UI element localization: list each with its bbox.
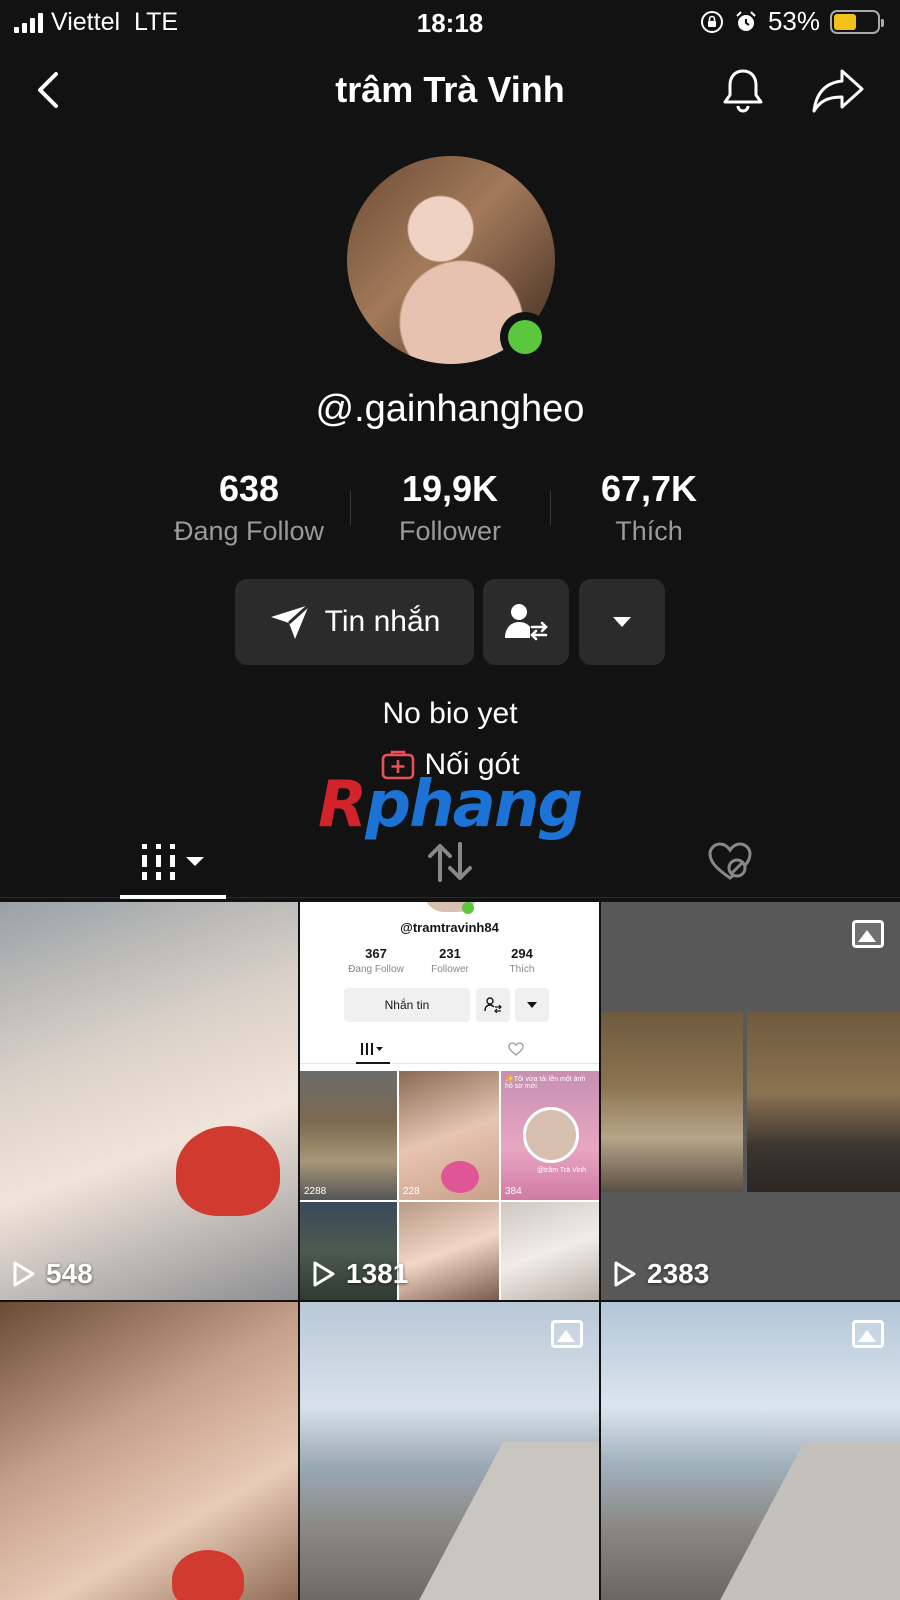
view-count: 2383 xyxy=(613,1258,709,1290)
mini-more-button xyxy=(515,988,549,1022)
watermark-logo: Rphang xyxy=(318,768,586,842)
video-grid: 548 @tramtravinh84 367 Đang Follow 231 F… xyxy=(0,902,900,1600)
orientation-lock-icon xyxy=(700,10,723,33)
play-icon xyxy=(13,1261,35,1287)
mini-tabs xyxy=(300,1036,599,1064)
caret-down-icon xyxy=(613,617,631,627)
bell-icon[interactable] xyxy=(718,65,768,115)
pier xyxy=(697,1442,900,1600)
photo-mode-icon xyxy=(551,1320,583,1348)
liked-hidden-icon xyxy=(508,1042,524,1056)
mini-stat-value: 231 xyxy=(439,946,461,961)
mini-thumbnail: 228 xyxy=(399,1071,499,1200)
photo-mode-icon xyxy=(852,1320,884,1348)
friend-switch-button[interactable] xyxy=(483,579,569,665)
grid-icon xyxy=(361,1043,383,1055)
mini-thumbnail xyxy=(399,1202,499,1300)
stat-label: Follower xyxy=(398,516,502,546)
video-thumbnail[interactable]: 548 xyxy=(0,902,298,1300)
mini-thumbnail: ✨Tôi vừa tải lên một ảnh hồ sơ mới @trâm… xyxy=(501,1071,599,1200)
grid-icon xyxy=(142,844,204,880)
mini-profile-photo xyxy=(523,1107,579,1163)
username: @.gainhangheo xyxy=(315,388,585,430)
message-button[interactable]: Tin nhắn xyxy=(235,579,474,665)
tab-videos[interactable] xyxy=(120,826,226,899)
mini-stat: 367 Đang Follow xyxy=(336,946,416,975)
tab-liked[interactable] xyxy=(680,826,780,898)
thatch-photo-left xyxy=(601,1012,743,1192)
mini-caption: ✨Tôi vừa tải lên một ảnh hồ sơ mới xyxy=(505,1076,586,1090)
stat-followers[interactable]: 19,9K Follower xyxy=(340,468,560,547)
status-right: 53% xyxy=(700,6,884,37)
more-dropdown-button[interactable] xyxy=(579,579,665,665)
stat-value: 67,7K xyxy=(600,468,698,509)
heart-sticker xyxy=(172,1550,244,1600)
mini-view-count: 384 xyxy=(505,1186,522,1197)
mini-stat: 231 Follower xyxy=(410,946,490,975)
user-swap-icon xyxy=(505,604,548,641)
mini-stat-label: Thích xyxy=(509,964,535,975)
mini-online-dot xyxy=(462,902,474,914)
battery-icon xyxy=(830,9,884,34)
thatch-photo-right xyxy=(747,1012,900,1192)
mini-stat-label: Đang Follow xyxy=(348,964,404,975)
repost-icon xyxy=(428,842,472,882)
pier xyxy=(396,1442,599,1600)
mini-view-count: 2288 xyxy=(304,1186,327,1197)
view-count: 1381 xyxy=(312,1258,408,1290)
play-icon xyxy=(313,1261,335,1287)
status-bar: Viettel LTE 18:18 53% xyxy=(0,0,900,46)
message-button-label: Tin nhắn xyxy=(324,605,441,638)
profile-stats: 638 Đang Follow 19,9K Follower 67,7K Thí… xyxy=(0,468,900,548)
liked-hidden-icon xyxy=(708,842,752,880)
mini-username: @tramtravinh84 xyxy=(400,920,499,935)
mini-sticker-label: @trâm Trà Vinh xyxy=(537,1167,586,1174)
alarm-icon xyxy=(736,10,756,31)
user-swap-icon xyxy=(484,997,502,1013)
view-count-value: 1381 xyxy=(346,1258,409,1289)
view-count-value: 548 xyxy=(46,1258,93,1289)
stat-label: Thích xyxy=(615,516,683,546)
online-status-dot xyxy=(500,312,550,362)
view-count-value: 2383 xyxy=(647,1258,710,1289)
stat-likes[interactable]: 67,7K Thích xyxy=(539,468,759,547)
photo-mode-icon xyxy=(852,920,884,948)
video-thumbnail[interactable]: @tramtravinh84 367 Đang Follow 231 Follo… xyxy=(300,902,599,1300)
photo-thumbnail[interactable] xyxy=(300,1302,599,1600)
stat-following[interactable]: 638 Đang Follow xyxy=(139,468,359,547)
photo-thumbnail[interactable] xyxy=(601,1302,900,1600)
send-icon xyxy=(270,603,310,639)
mini-friend-button xyxy=(476,988,510,1022)
heart-sticker xyxy=(176,1126,280,1216)
battery-fill xyxy=(834,13,857,30)
tab-reposts[interactable] xyxy=(400,826,500,898)
mini-view-count: 228 xyxy=(403,1186,420,1197)
stat-value: 19,9K xyxy=(401,468,499,509)
stat-label: Đang Follow xyxy=(173,516,325,546)
play-icon xyxy=(614,1261,636,1287)
mini-stat-value: 294 xyxy=(511,946,533,961)
mini-heart-sticker xyxy=(441,1161,479,1193)
bio-text: No bio yet xyxy=(382,697,518,730)
mini-stat: 294 Thích xyxy=(482,946,562,975)
nav-bar: trâm Trà Vinh xyxy=(0,55,900,125)
share-icon[interactable] xyxy=(810,65,866,115)
stat-value: 638 xyxy=(218,468,280,509)
mini-tab-indicator xyxy=(356,1062,390,1064)
video-thumbnail[interactable] xyxy=(0,1302,298,1600)
mini-stats: 367 Đang Follow 231 Follower 294 Thích xyxy=(300,946,599,982)
view-count: 548 xyxy=(12,1258,93,1290)
caret-down-icon xyxy=(527,1002,537,1008)
mini-thumbnail: 2288 xyxy=(300,1071,397,1200)
mini-thumbnail xyxy=(501,1202,599,1300)
photo-thumbnail[interactable]: 2383 xyxy=(601,902,900,1300)
mini-stat-value: 367 xyxy=(365,946,387,961)
battery-percent: 53% xyxy=(767,6,820,36)
content-tabs xyxy=(0,826,900,899)
mini-message-button: Nhắn tin xyxy=(344,988,470,1022)
mini-stat-label: Follower xyxy=(431,964,469,975)
